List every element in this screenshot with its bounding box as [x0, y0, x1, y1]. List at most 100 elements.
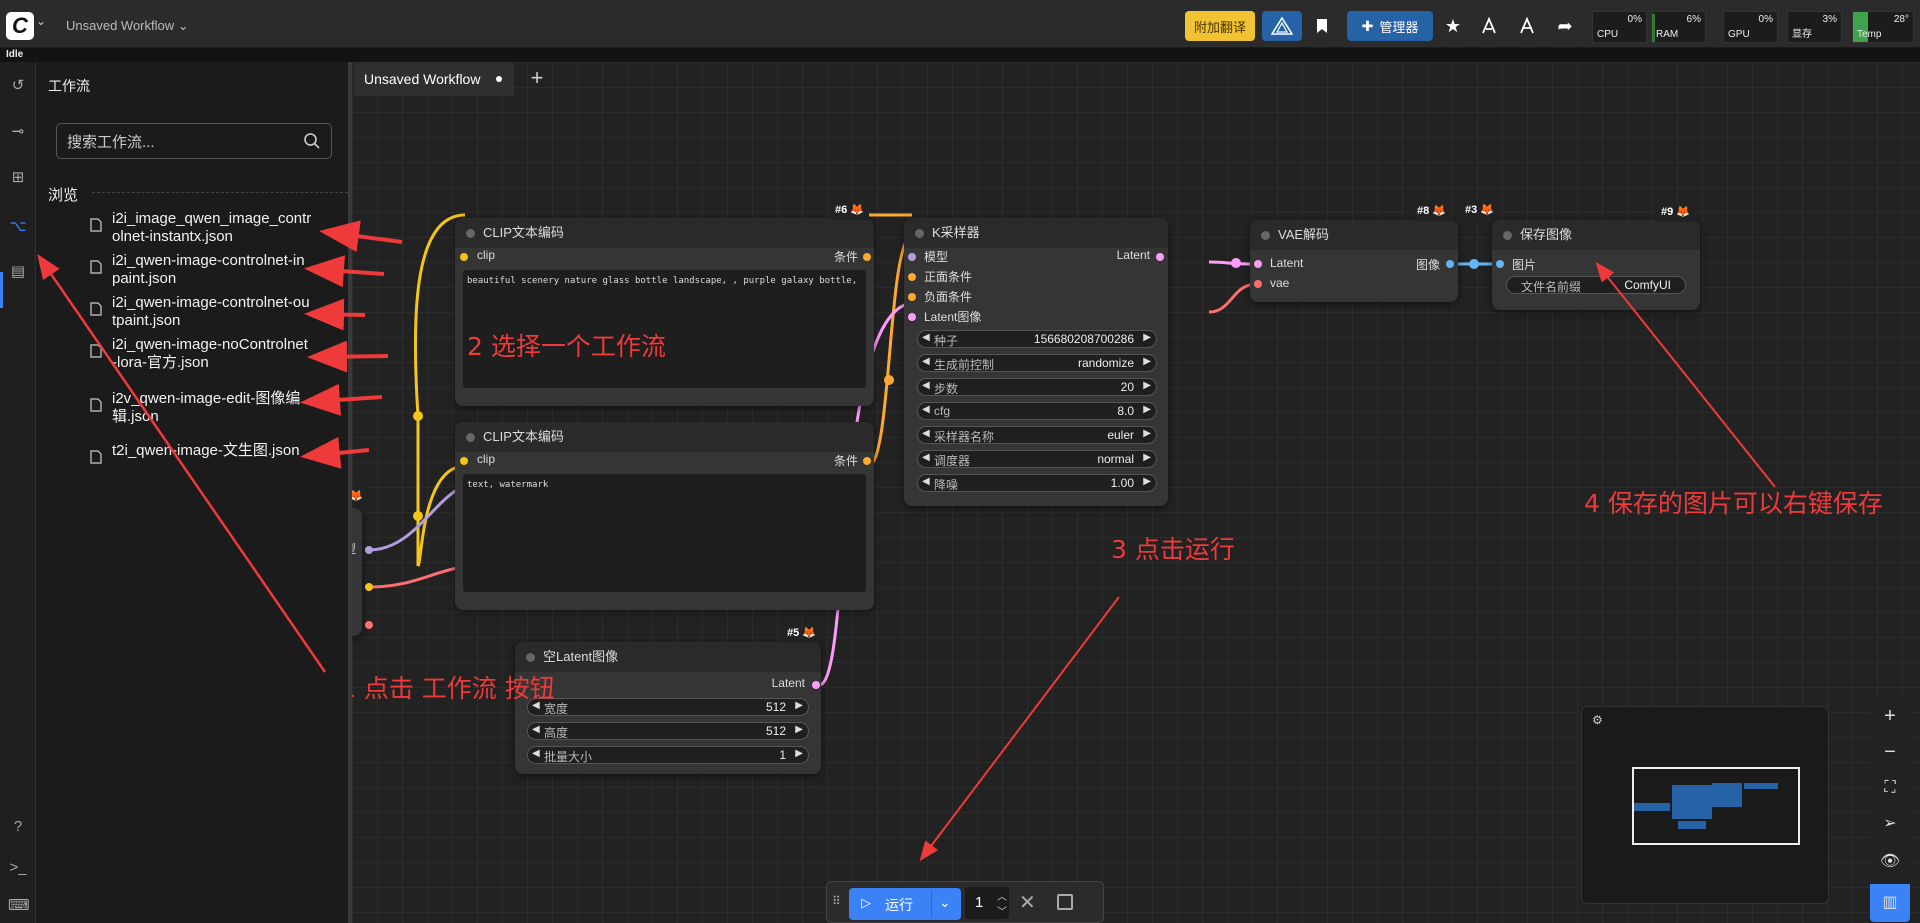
workflow-file-item[interactable]: i2i_image_qwen_image_controlnet-instantx…	[90, 210, 330, 246]
image-output-port[interactable]	[1446, 260, 1454, 268]
model-library-icon[interactable]: ⊞	[8, 168, 28, 188]
node-collapse-dot[interactable]	[466, 229, 475, 238]
cfg-widget[interactable]: ◀ cfg 8.0 ▶	[917, 402, 1157, 420]
latent-input-port[interactable]	[908, 313, 916, 321]
workflow-file-item[interactable]: i2i_qwen-image-controlnet-inpaint.json	[90, 252, 330, 288]
increment-arrow-icon[interactable]: ▶	[1143, 380, 1151, 391]
map-toggle-button[interactable]: ▥	[1870, 884, 1910, 922]
drag-handle-icon[interactable]: ⠿	[832, 894, 841, 908]
tab-unsaved-workflow[interactable]: Unsaved Workflow	[354, 62, 514, 96]
decrement-arrow-icon[interactable]: ◀	[922, 476, 930, 487]
star-icon[interactable]: ★	[1438, 11, 1468, 41]
seed-widget[interactable]: ◀ 种子 156680208700286 ▶	[917, 330, 1157, 348]
batch-size-widget[interactable]: ◀ 批量大小 1 ▶	[527, 746, 809, 764]
fit-view-icon[interactable]: ⛶	[1878, 776, 1902, 800]
loader-clip-port[interactable]	[365, 583, 373, 591]
node-collapse-dot[interactable]	[526, 653, 535, 662]
steps-widget[interactable]: ◀ 步数 20 ▶	[917, 378, 1157, 396]
workflow-file-item[interactable]: t2i_qwen-image-文生图.json	[90, 442, 330, 464]
clip-text-encode-node-positive[interactable]: CLIP文本编码 clip 条件 beautiful scenery natur…	[455, 218, 874, 406]
latent-output-port[interactable]	[1156, 253, 1164, 261]
checkpoint-loader-node[interactable]: 型 P E	[352, 508, 362, 636]
translate-button[interactable]: 附加翻译	[1185, 11, 1255, 41]
denoise-widget[interactable]: ◀ 降噪 1.00 ▶	[917, 474, 1157, 492]
decrement-arrow-icon[interactable]: ◀	[922, 380, 930, 391]
decrement-arrow-icon[interactable]: ◀	[922, 332, 930, 343]
node-collapse-dot[interactable]	[1261, 231, 1270, 240]
loader-vae-port[interactable]	[365, 621, 373, 629]
model-input-port[interactable]	[908, 253, 916, 261]
clip-text-encode-node-negative[interactable]: CLIP文本编码 clip 条件 text, watermark	[455, 422, 874, 610]
control-after-generate-widget[interactable]: ◀ 生成前控制 randomize ▶	[917, 354, 1157, 372]
increment-arrow-icon[interactable]: ▶	[1143, 428, 1151, 439]
zoom-out-icon[interactable]: −	[1878, 740, 1902, 764]
hat-icon-1[interactable]	[1472, 11, 1506, 41]
clip-input-port[interactable]	[460, 457, 468, 465]
templates-icon[interactable]: ▤	[8, 262, 28, 282]
increment-arrow-icon[interactable]: ▶	[795, 748, 803, 759]
pointer-icon[interactable]: ➢	[1878, 812, 1902, 836]
empty-latent-image-node[interactable]: 空Latent图像 Latent ◀ 宽度 512 ▶ ◀ 高度 512 ▶ ◀ 批量大小 1 ▶	[515, 642, 821, 774]
new-tab-button[interactable]: +	[520, 62, 554, 96]
eye-icon[interactable]: 👁	[1878, 850, 1902, 874]
terminal-icon[interactable]: >_	[8, 858, 28, 878]
chevron-down-icon[interactable]: ⌄	[939, 894, 951, 911]
negative-prompt-textarea[interactable]: text, watermark	[463, 474, 866, 592]
increment-arrow-icon[interactable]: ▶	[1143, 476, 1151, 487]
scheduler-widget[interactable]: ◀ 调度器 normal ▶	[917, 450, 1157, 468]
filename-prefix-widget[interactable]: 文件名前缀 ComfyUI	[1506, 276, 1686, 294]
decrement-arrow-icon[interactable]: ◀	[532, 748, 540, 759]
increment-arrow-icon[interactable]: ▶	[795, 724, 803, 735]
images-input-port[interactable]	[1496, 260, 1504, 268]
help-icon[interactable]: ?	[8, 817, 28, 837]
increment-arrow-icon[interactable]: ▶	[1143, 452, 1151, 463]
increment-arrow-icon[interactable]: ▶	[1143, 332, 1151, 343]
node-collapse-dot[interactable]	[915, 229, 924, 238]
cond-output-port[interactable]	[863, 253, 871, 261]
batch-count-input[interactable]: 1 ︿ ﹀	[965, 887, 1009, 919]
node-collapse-dot[interactable]	[466, 433, 475, 442]
workflow-file-item[interactable]: i2i_qwen-image-controlnet-outpaint.json	[90, 294, 330, 330]
decrement-arrow-icon[interactable]: ◀	[922, 428, 930, 439]
negative-input-port[interactable]	[908, 293, 916, 301]
search-input[interactable]	[67, 132, 297, 152]
ksampler-node[interactable]: K采样器 模型 正面条件 负面条件 Latent图像 Latent ◀ 种子 156…	[904, 218, 1168, 506]
hat-icon-2[interactable]	[1510, 11, 1544, 41]
workflow-title[interactable]: Unsaved Workflow ⌄	[66, 18, 189, 34]
bookmark-icon[interactable]	[1305, 11, 1339, 41]
chevron-down-icon[interactable]: ⌄	[36, 14, 46, 28]
workflow-file-item[interactable]: i2v_qwen-image-edit-图像编辑.json	[90, 390, 330, 426]
workflow-file-item[interactable]: i2i_qwen-image-noControlnet-lora-官方.json	[90, 336, 330, 372]
stop-icon[interactable]	[1057, 894, 1073, 910]
decrement-arrow-icon[interactable]: ◀	[922, 452, 930, 463]
positive-input-port[interactable]	[908, 273, 916, 281]
minimap[interactable]: ⚙	[1581, 706, 1829, 904]
cond-output-port[interactable]	[863, 457, 871, 465]
node-collapse-dot[interactable]	[1503, 231, 1512, 240]
comfy-logo-icon[interactable]: C	[6, 12, 34, 40]
clip-input-port[interactable]	[460, 253, 468, 261]
triangle-app-icon[interactable]	[1262, 11, 1302, 41]
workflows-icon[interactable]: ⌥	[8, 217, 28, 237]
height-widget[interactable]: ◀ 高度 512 ▶	[527, 722, 809, 740]
sampler-name-widget[interactable]: ◀ 采样器名称 euler ▶	[917, 426, 1157, 444]
stepper-up-icon[interactable]: ︿	[997, 888, 1007, 903]
run-button[interactable]: ▷ 运行 ⌄	[849, 888, 961, 920]
increment-arrow-icon[interactable]: ▶	[1143, 404, 1151, 415]
manager-button[interactable]: ✚ 管理器	[1347, 11, 1433, 41]
decrement-arrow-icon[interactable]: ◀	[532, 724, 540, 735]
zoom-in-icon[interactable]: +	[1878, 704, 1902, 728]
decrement-arrow-icon[interactable]: ◀	[922, 404, 930, 415]
increment-arrow-icon[interactable]: ▶	[795, 700, 803, 711]
cancel-icon[interactable]: ✕	[1019, 890, 1036, 915]
history-icon[interactable]: ↺	[8, 76, 28, 96]
minimap-settings-icon[interactable]: ⚙	[1592, 713, 1603, 727]
search-icon[interactable]	[303, 132, 321, 150]
save-image-node[interactable]: 保存图像 图片 文件名前缀 ComfyUI	[1492, 220, 1700, 310]
stepper-down-icon[interactable]: ﹀	[997, 903, 1007, 918]
loader-model-port[interactable]	[365, 546, 373, 554]
width-widget[interactable]: ◀ 宽度 512 ▶	[527, 698, 809, 716]
search-box[interactable]	[56, 123, 332, 159]
graph-canvas[interactable]: Unsaved Workflow + 型 P E CLIP文本编码 clip 条…	[352, 62, 1920, 923]
node-library-icon[interactable]: ⊸	[8, 122, 28, 142]
